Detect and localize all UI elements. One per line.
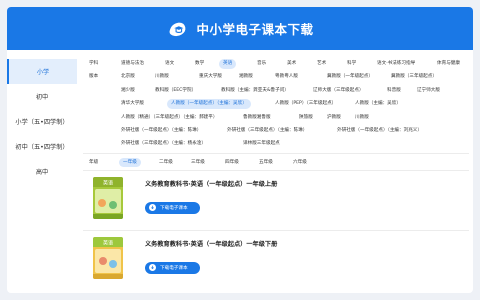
version-filter-row: 湘少版 教科版（EEC学院） 教科版（主编：龚亚夫&鲁子问） 辽师大版（三年级起… (83, 84, 469, 97)
book-cover-art: 英语 (93, 236, 123, 279)
version-tag[interactable]: 译林版三年级起点 (239, 139, 284, 149)
sidebar-item-primary-54[interactable]: 小学（五•四学制） (7, 109, 77, 134)
version-tag[interactable]: 教科版（EEC学院） (151, 86, 200, 96)
subject-tag[interactable]: 数学 (191, 59, 208, 69)
version-tag[interactable]: 陕旅版 (295, 113, 317, 123)
stage-sidebar: 小学 初中 小学（五•四学制） 初中（五•四学制） 高中 (7, 59, 77, 184)
version-filter-row: 外研社版（三年级起点）（主编：杨永淦） 译林版三年级起点 (83, 137, 469, 150)
subject-filter-row: 学科 道德与法治 语文 数学 英语 音乐 美术 艺术 科学 语文·书法练习指导 … (83, 57, 469, 70)
cover-label: 英语 (103, 179, 113, 186)
subject-tag[interactable]: 道德与法治 (117, 59, 148, 69)
version-filter-row: 人教版（精通）（三年级起点）（主编：郝建平） 鲁教版湘鲁版 陕旅版 沪教版 川教… (83, 111, 469, 124)
book-item: 英语 义务教育教科书·英语（一年级起点）一年级上册 下载电子课本 (83, 171, 469, 231)
version-tag[interactable]: 粤教粤人版 (271, 72, 302, 82)
subject-tag[interactable]: 科学 (343, 59, 360, 69)
version-tag[interactable]: 冀教版（三年级起点） (387, 72, 441, 82)
subject-tag-active[interactable]: 英语 (219, 59, 237, 69)
version-tag[interactable]: 湘教版 (235, 72, 257, 82)
filter-panel: 学科 道德与法治 语文 数学 英语 音乐 美术 艺术 科学 语文·书法练习指导 … (83, 57, 469, 154)
version-tag[interactable]: 人教版（PEP）（三年级起点） (271, 99, 340, 109)
sidebar-item-label: 初中（五•四学制） (15, 144, 69, 151)
page-title: 中小学电子课本下载 (196, 22, 314, 37)
download-button-label: 下载电子课本 (160, 265, 188, 271)
grade-row-label: 年级 (89, 159, 99, 165)
version-tag[interactable]: 鲁教版湘鲁版 (239, 113, 275, 123)
grade-tag-active[interactable]: 一年级 (119, 157, 141, 168)
grade-tag[interactable]: 二年级 (155, 158, 177, 168)
sidebar-item-senior[interactable]: 高中 (7, 159, 77, 184)
version-tag[interactable]: 湘少版 (117, 86, 139, 96)
version-filter-row: 清华大学版 人教版（一年级起点）（主编：吴欣） 人教版（PEP）（三年级起点） … (83, 97, 469, 110)
grade-tag[interactable]: 四年级 (221, 158, 243, 168)
download-button[interactable]: 下载电子课本 (145, 201, 200, 214)
version-tag[interactable]: 人教版（精通）（三年级起点）（主编：郝建平） (117, 113, 221, 123)
sidebar-item-primary[interactable]: 小学 (7, 59, 77, 84)
app-window: 中小学电子课本下载 小学 初中 小学（五•四学制） 初中（五•四学制） 高中 学… (7, 7, 473, 293)
grade-tag[interactable]: 六年级 (289, 158, 311, 168)
graduate-cap-icon (169, 22, 186, 36)
version-tag[interactable]: 冀教版（一年级起点） (323, 72, 377, 82)
book-cover: 英语 (93, 176, 123, 219)
version-tag[interactable]: 外研社版（三年级起点）（主编：陈琳） (223, 126, 311, 136)
book-title: 义务教育教科书·英语（一年级起点）一年级下册 (145, 240, 278, 248)
book-cover-art: 英语 (93, 176, 123, 219)
sidebar-item-label: 高中 (35, 169, 49, 176)
sidebar-item-label: 小学 (36, 69, 50, 76)
download-arrow-icon (149, 264, 156, 272)
grade-tag[interactable]: 三年级 (187, 158, 209, 168)
version-tag[interactable]: 辽师大版（三年级起点） (309, 86, 368, 96)
version-tag[interactable]: 北京版 (117, 72, 139, 82)
cover-label: 英语 (103, 239, 113, 246)
sidebar-item-junior[interactable]: 初中 (7, 84, 77, 109)
version-tag[interactable]: 人教版（主编：吴欣） (351, 99, 405, 109)
main-content: 学科 道德与法治 语文 数学 英语 音乐 美术 艺术 科学 语文·书法练习指导 … (83, 57, 469, 291)
grade-tag[interactable]: 五年级 (255, 158, 277, 168)
sidebar-item-label: 小学（五•四学制） (15, 119, 69, 126)
subject-tag[interactable]: 音乐 (253, 59, 270, 69)
subject-row-label: 学科 (89, 61, 99, 66)
version-row-label: 版本 (89, 74, 99, 80)
book-item: 英语 义务教育教科书·英语（一年级起点）一年级下册 下载电子课本 (83, 231, 469, 291)
grade-filter-row: 年级 一年级 二年级 三年级 四年级 五年级 六年级 (83, 154, 469, 171)
version-tag[interactable]: 川教版 (351, 113, 373, 123)
download-button[interactable]: 下载电子课本 (145, 261, 200, 274)
version-tag[interactable]: 沪教版 (323, 113, 345, 123)
header-banner: 中小学电子课本下载 (7, 7, 473, 50)
version-filter-row: 外研社版（一年级起点）（主编：陈琳） 外研社版（三年级起点）（主编：陈琳） 外研… (83, 124, 469, 137)
version-tag-active[interactable]: 人教版（一年级起点）（主编：吴欣） (167, 99, 251, 109)
version-tag[interactable]: 川教版 (151, 72, 173, 82)
book-title: 义务教育教科书·英语（一年级起点）一年级上册 (145, 180, 278, 188)
subject-tag[interactable]: 美术 (283, 59, 300, 69)
version-tag[interactable]: 外研社版（三年级起点）（主编：杨永淦） (117, 139, 210, 149)
subject-tag[interactable]: 语文 (161, 59, 178, 69)
version-filter-row: 版本 北京版 川教版 重庆大学版 湘教版 粤教粤人版 冀教版（一年级起点） 冀教… (83, 70, 469, 83)
version-tag[interactable]: 辽宁师大版 (413, 86, 444, 96)
subject-tag[interactable]: 语文·书法练习指导 (373, 59, 419, 69)
subject-tag[interactable]: 体育与健康 (433, 59, 464, 69)
version-tag[interactable]: 重庆大学版 (195, 72, 226, 82)
subject-tag[interactable]: 艺术 (313, 59, 330, 69)
version-tag[interactable]: 外研社版（一年级起点）（主编：刘兆义） (333, 126, 426, 136)
download-arrow-icon (149, 204, 156, 212)
download-button-label: 下载电子课本 (160, 205, 188, 211)
book-cover: 英语 (93, 236, 123, 279)
sidebar-item-label: 初中 (35, 94, 49, 101)
version-tag[interactable]: 教科版（主编：龚亚夫&鲁子问） (217, 86, 293, 96)
version-tag[interactable]: 科普版 (383, 86, 405, 96)
sidebar-item-junior-54[interactable]: 初中（五•四学制） (7, 134, 77, 159)
version-tag[interactable]: 清华大学版 (117, 99, 148, 109)
version-tag[interactable]: 外研社版（一年级起点）（主编：陈琳） (117, 126, 205, 136)
